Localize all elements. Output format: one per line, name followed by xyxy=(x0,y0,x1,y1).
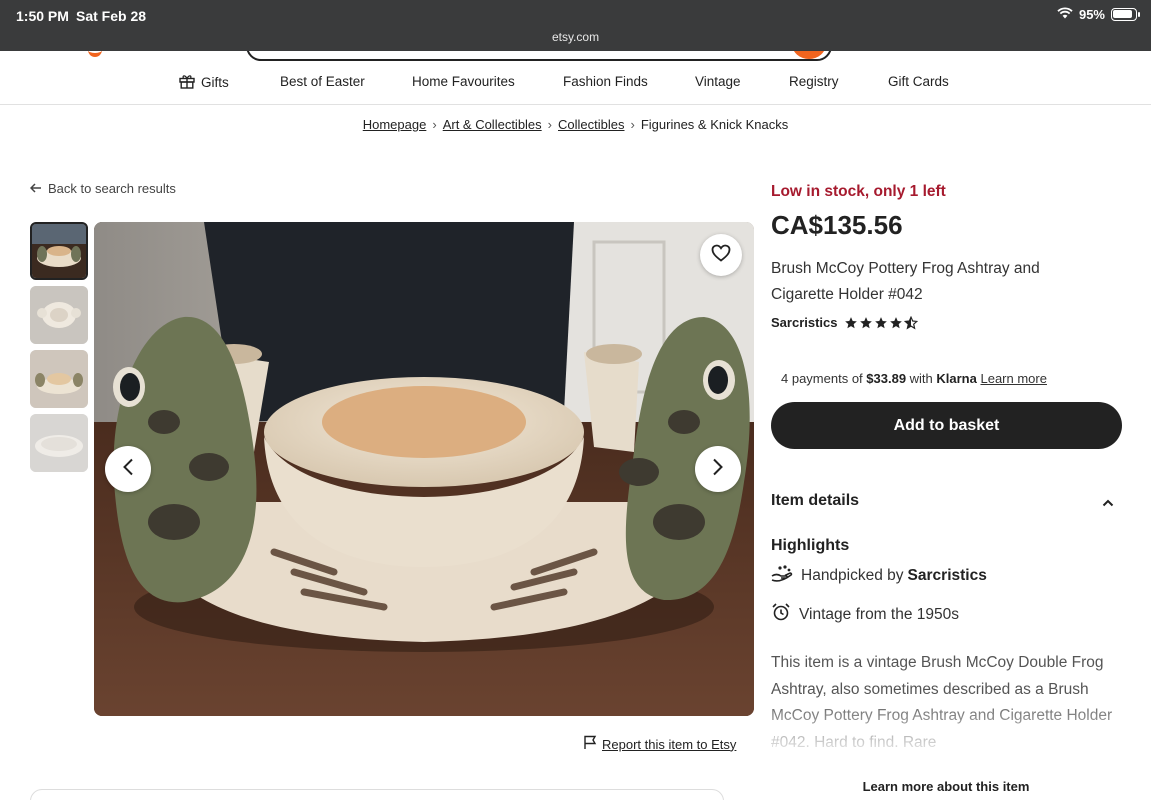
status-date: Sat Feb 28 xyxy=(76,8,147,24)
thumbnail-2[interactable] xyxy=(30,286,88,344)
star-rating xyxy=(844,315,918,330)
price: CA$135.56 xyxy=(771,210,903,240)
next-image-button[interactable] xyxy=(695,446,741,492)
header-remnant xyxy=(0,51,1151,63)
item-details-heading: Item details xyxy=(771,492,860,509)
nav-item-gifts[interactable]: Gifts xyxy=(179,74,229,92)
star-icon xyxy=(859,316,872,328)
klarna-learn-more-link[interactable]: Learn more xyxy=(980,371,1046,386)
breadcrumb: Homepage › Art & Collectibles › Collectibles… xyxy=(0,117,1151,132)
status-bar: 1:50 PM Sat Feb 28 etsy.com 95% xyxy=(0,0,1151,51)
heart-icon xyxy=(711,244,731,267)
breadcrumb-current: Figurines & Knick Knacks xyxy=(640,117,789,132)
chevron-right-icon xyxy=(712,458,724,481)
back-to-search-link[interactable]: Back to search results xyxy=(29,181,176,196)
product-photo xyxy=(94,222,754,716)
logo[interactable] xyxy=(88,51,102,57)
thumbnail-3[interactable] xyxy=(30,350,88,408)
report-item-label: Report this item to Etsy xyxy=(602,736,737,752)
handpicked-prefix: Handpicked by xyxy=(801,566,904,584)
thumbnail-1[interactable] xyxy=(30,222,88,280)
star-icon xyxy=(874,316,887,328)
highlight-handpicked: Handpicked by Sarcristics xyxy=(771,564,987,587)
half-star-icon xyxy=(903,315,918,329)
gift-icon xyxy=(179,74,195,92)
add-to-basket-button[interactable]: Add to basket xyxy=(771,402,1122,449)
battery-icon xyxy=(1111,8,1140,21)
klarna-prefix: 4 payments of xyxy=(781,371,867,386)
learn-more-about-item-button[interactable]: Learn more about this item xyxy=(771,779,1121,794)
star-icon xyxy=(889,316,902,328)
chevron-right-icon: › xyxy=(432,117,437,132)
breadcrumb-homepage[interactable]: Homepage xyxy=(363,117,427,132)
nav-item-fashion-finds[interactable]: Fashion Finds xyxy=(563,74,648,89)
klarna-amount: $33.89 xyxy=(866,371,907,386)
main-product-image[interactable] xyxy=(94,222,754,716)
search-bar[interactable] xyxy=(246,51,832,61)
wifi-icon xyxy=(1057,7,1073,22)
nav-item-registry[interactable]: Registry xyxy=(789,74,839,89)
flag-icon xyxy=(583,735,597,753)
status-right: 95% xyxy=(1057,7,1140,22)
star-icon xyxy=(844,316,857,328)
nav-item-home-favourites[interactable]: Home Favourites xyxy=(412,74,515,89)
hand-icon xyxy=(771,564,793,587)
thumbnail-4[interactable] xyxy=(30,414,88,472)
battery-percent: 95% xyxy=(1078,7,1105,22)
report-item-link[interactable]: Report this item to Etsy xyxy=(583,735,736,753)
previous-image-button[interactable] xyxy=(105,446,151,492)
reviews-card xyxy=(30,789,724,800)
category-nav: Gifts Best of Easter Home Favourites Fas… xyxy=(0,63,1151,105)
klarna-with: with xyxy=(906,371,937,386)
handpicked-shop-link[interactable]: Sarcristics xyxy=(908,567,987,585)
breadcrumb-art-collectibles[interactable]: Art & Collectibles xyxy=(443,117,542,132)
address-bar-url[interactable]: etsy.com xyxy=(0,30,1151,44)
highlights-heading: Highlights xyxy=(771,537,850,554)
item-description: This item is a vintage Brush McCoy Doubl… xyxy=(771,654,1113,751)
alarm-clock-icon xyxy=(771,602,791,627)
klarna-payments: 4 payments of $33.89 with Klarna Learn m… xyxy=(781,371,1047,386)
highlight-vintage: Vintage from the 1950s xyxy=(771,602,959,627)
chevron-right-icon: › xyxy=(547,117,553,132)
item-details-toggle[interactable]: Item details xyxy=(771,492,1116,510)
arrow-left-icon xyxy=(29,181,42,196)
nav-label: Gifts xyxy=(201,75,229,90)
breadcrumb-collectibles[interactable]: Collectibles xyxy=(558,117,624,132)
nav-item-easter[interactable]: Best of Easter xyxy=(280,74,365,89)
shop-name-link[interactable]: Sarcristics xyxy=(771,315,838,330)
chevron-left-icon xyxy=(122,458,134,481)
shop-rating-row: Sarcristics xyxy=(771,315,918,330)
listing-title: Brush McCoy Pottery Frog Ashtray and Cig… xyxy=(771,260,1040,303)
chevron-right-icon: › xyxy=(630,117,635,132)
vintage-label: Vintage from the 1950s xyxy=(799,605,959,623)
nav-item-vintage[interactable]: Vintage xyxy=(695,74,741,89)
chevron-up-icon xyxy=(1102,494,1114,512)
stock-status: Low in stock, only 1 left xyxy=(771,183,946,200)
klarna-brand: Klarna xyxy=(936,371,977,386)
back-link-label: Back to search results xyxy=(48,181,176,196)
status-time: 1:50 PM xyxy=(16,8,69,24)
nav-item-gift-cards[interactable]: Gift Cards xyxy=(888,74,949,89)
favorite-button[interactable] xyxy=(700,234,742,276)
